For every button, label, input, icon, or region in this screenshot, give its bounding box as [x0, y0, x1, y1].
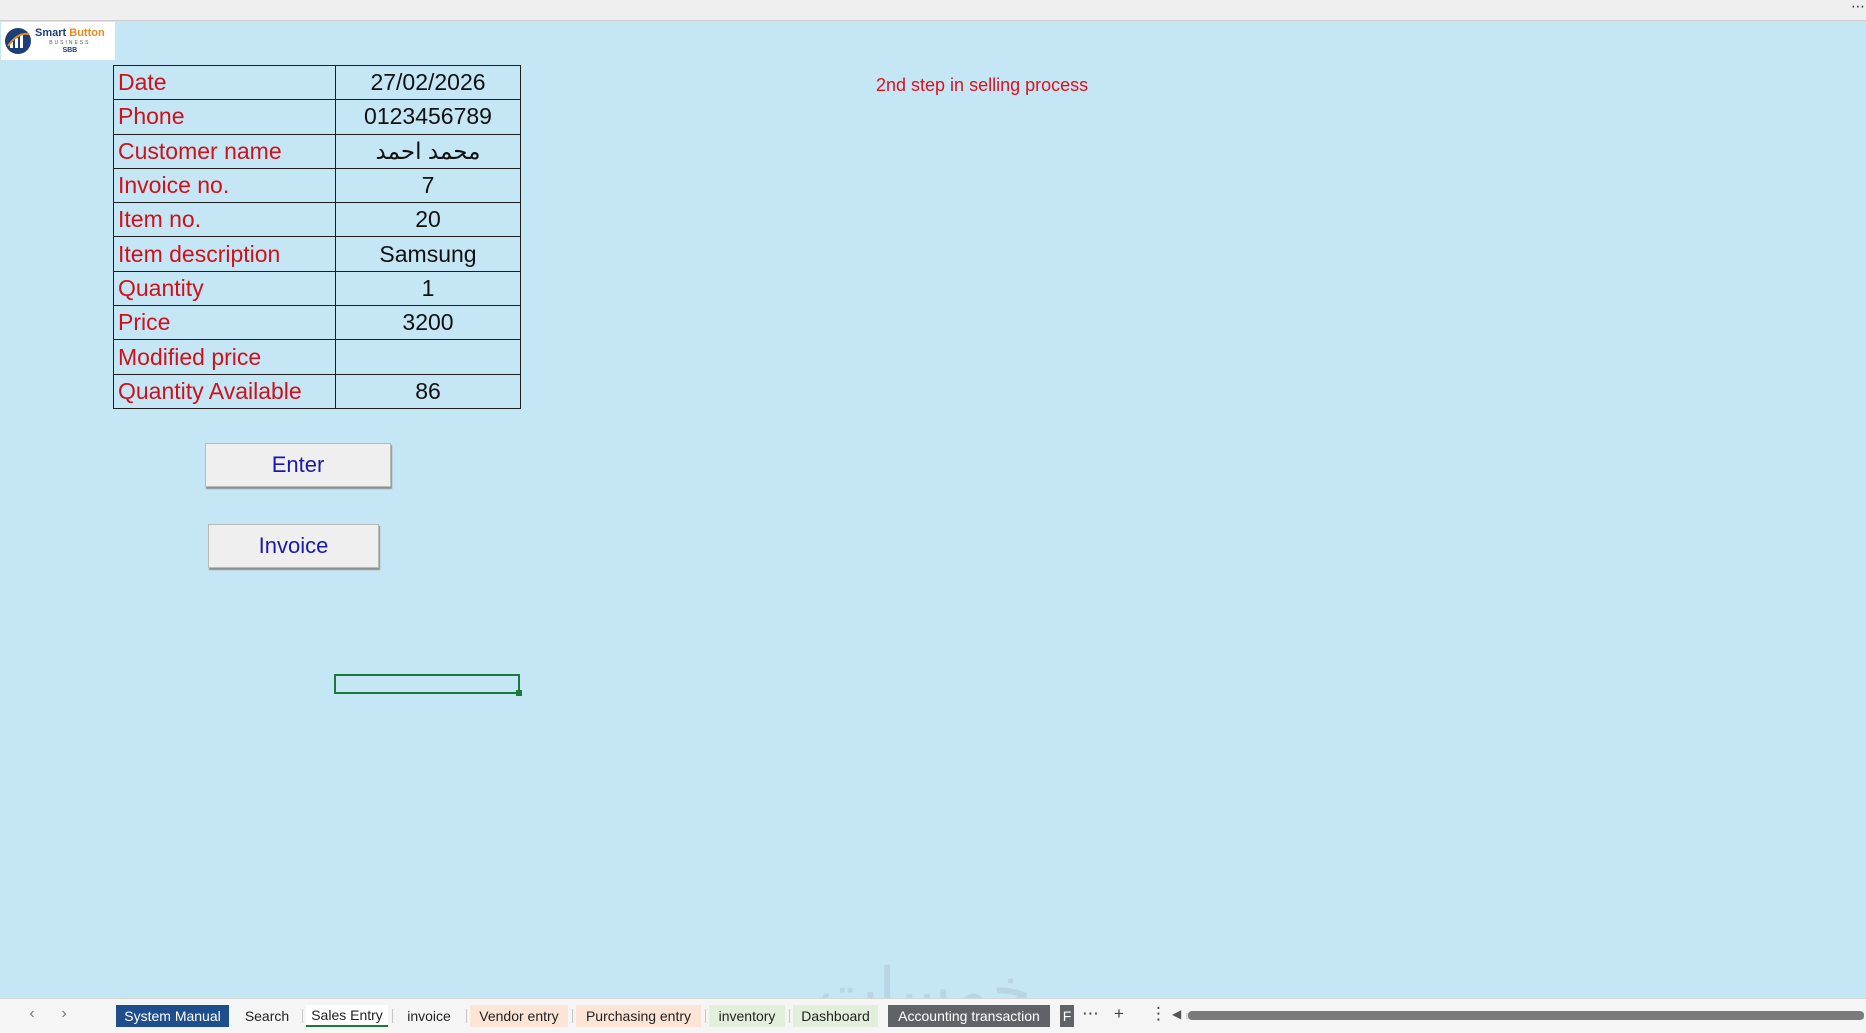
price-cell[interactable]: 3200 — [335, 305, 521, 341]
form-row-phone: Phone 0123456789 — [113, 99, 521, 135]
horizontal-scrollbar-thumb[interactable] — [1188, 1011, 1864, 1020]
tab-dashboard[interactable]: Dashboard — [793, 1005, 878, 1027]
quantity-available-label: Quantity Available — [113, 373, 336, 409]
tab-separator — [705, 1009, 706, 1023]
customer-name-label: Customer name — [113, 133, 336, 169]
tab-sales-entry[interactable]: Sales Entry — [306, 1005, 388, 1027]
form-row-quantity-available: Quantity Available 86 — [113, 373, 521, 409]
quantity-label: Quantity — [113, 270, 336, 307]
sheet-tab-bar: ‹ › System Manual Search Sales Entry inv… — [0, 998, 1866, 1033]
title-bar: ⋯ — [0, 0, 1866, 21]
phone-cell[interactable]: 0123456789 — [335, 99, 521, 135]
tab-vendor-entry[interactable]: Vendor entry — [470, 1005, 568, 1027]
form-row-item-description: Item description Samsung — [113, 236, 521, 272]
modified-price-label: Modified price — [113, 339, 336, 375]
company-logo: Smart Button BUSINESS SBB — [1, 22, 115, 60]
quantity-cell[interactable]: 1 — [335, 270, 521, 307]
form-row-quantity: Quantity 1 — [113, 270, 521, 307]
scroll-left-icon[interactable]: ◀ — [1172, 1007, 1181, 1021]
tab-system-manual[interactable]: System Manual — [116, 1005, 229, 1027]
form-row-item-no: Item no. 20 — [113, 202, 521, 238]
invoice-button[interactable]: Invoice — [208, 524, 379, 568]
enter-button[interactable]: Enter — [205, 443, 391, 487]
process-step-note: 2nd step in selling process — [876, 75, 1089, 95]
customer-name-cell[interactable]: محمد احمد — [335, 133, 521, 169]
tab-separator — [302, 1009, 303, 1023]
item-no-cell[interactable]: 20 — [335, 202, 521, 238]
form-row-customer-name: Customer name محمد احمد — [113, 133, 521, 169]
sales-entry-form: Date 27/02/2026 Phone 0123456789 Custome… — [113, 64, 521, 409]
form-row-invoice-no: Invoice no. 7 — [113, 167, 521, 204]
more-options-icon[interactable]: ⋯ — [1851, 0, 1865, 15]
logo-subtitle: BUSINESS — [49, 40, 91, 46]
tab-inventory[interactable]: inventory — [709, 1005, 785, 1027]
tab-purchasing-entry[interactable]: Purchasing entry — [576, 1005, 701, 1027]
fill-handle[interactable] — [516, 690, 522, 696]
form-row-date: Date 27/02/2026 — [113, 64, 521, 101]
quantity-available-cell[interactable]: 86 — [335, 373, 521, 409]
tab-separator — [789, 1009, 790, 1023]
item-description-label: Item description — [113, 236, 336, 272]
logo-title: Smart Button — [35, 27, 105, 39]
modified-price-cell[interactable] — [335, 339, 521, 375]
phone-label: Phone — [113, 99, 336, 135]
tab-invoice[interactable]: invoice — [396, 1005, 462, 1027]
sheet-menu-icon[interactable]: ⋮ — [1150, 1004, 1167, 1024]
item-description-cell[interactable]: Samsung — [335, 236, 521, 272]
tab-separator — [466, 1009, 467, 1023]
scroll-tabs-left-icon[interactable]: ‹ — [22, 1005, 42, 1023]
logo-chart-icon — [5, 28, 31, 54]
form-row-modified-price: Modified price — [113, 339, 521, 375]
price-label: Price — [113, 305, 336, 341]
scroll-tabs-right-icon[interactable]: › — [54, 1005, 74, 1023]
tab-search[interactable]: Search — [236, 1005, 298, 1027]
tab-separator — [392, 1009, 393, 1023]
date-cell[interactable]: 27/02/2026 — [335, 64, 521, 101]
add-sheet-icon[interactable]: + — [1114, 1004, 1124, 1024]
logo-abbrev: SBB — [62, 47, 78, 54]
form-row-price: Price 3200 — [113, 305, 521, 341]
tab-separator — [572, 1009, 573, 1023]
invoice-no-cell[interactable]: 7 — [335, 167, 521, 204]
item-no-label: Item no. — [113, 202, 336, 238]
tab-accounting-transaction[interactable]: Accounting transaction — [888, 1005, 1050, 1027]
selected-cell[interactable] — [334, 674, 522, 696]
invoice-no-label: Invoice no. — [113, 167, 336, 204]
date-label: Date — [113, 64, 336, 101]
tab-truncated[interactable]: F — [1060, 1005, 1074, 1027]
more-sheets-icon[interactable]: ⋯ — [1082, 1004, 1099, 1024]
